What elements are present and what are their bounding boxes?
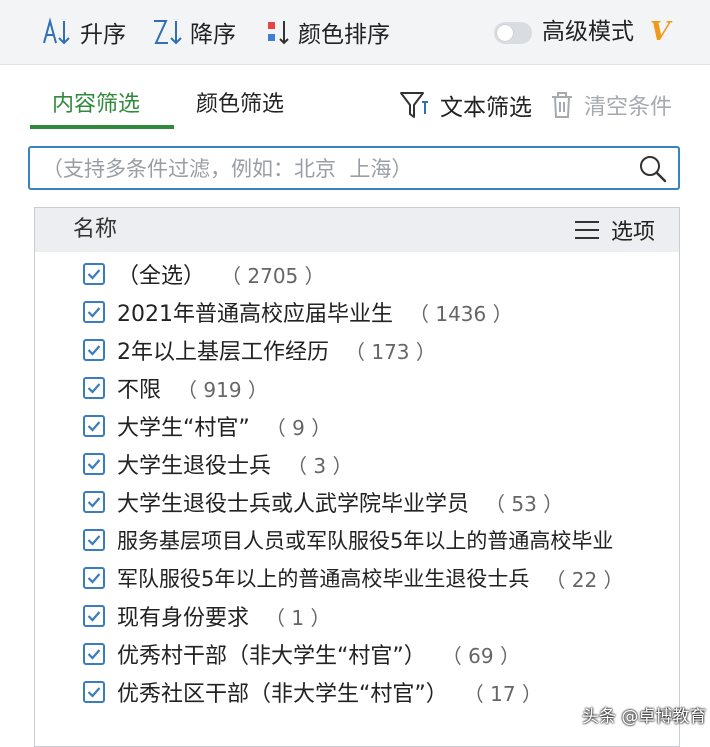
checkmark-icon — [87, 535, 101, 546]
checkbox[interactable] — [83, 415, 105, 437]
active-tab-underline — [30, 125, 174, 129]
options-label: 选项 — [611, 220, 656, 245]
text-filter-button[interactable]: 文本筛选 — [398, 86, 532, 124]
list-item[interactable]: 现有身份要求 （ 1 ） — [83, 600, 330, 632]
list-item[interactable]: 大学生“村官” （ 9 ） — [83, 410, 331, 442]
list-item[interactable]: 服务基层项目人员或军队服役5年以上的普通高校毕业 — [83, 524, 613, 556]
checkbox[interactable] — [83, 263, 105, 285]
checkmark-icon — [87, 421, 101, 432]
checkmark-icon — [87, 269, 101, 280]
vip-icon: V — [650, 17, 671, 47]
checkbox[interactable] — [83, 529, 105, 551]
sort-descending-label: 降序 — [190, 22, 236, 48]
item-label: 2年以上基层工作经历 — [117, 340, 329, 365]
item-label: 大学生“村官” — [117, 416, 250, 441]
color-sort-label: 颜色排序 — [298, 22, 390, 48]
checkmark-icon — [87, 573, 101, 584]
advanced-mode-label: 高级模式 — [542, 19, 634, 45]
item-count: （ 69 ） — [441, 643, 520, 668]
sort-ascending-label: 升序 — [80, 22, 126, 48]
checkmark-icon — [87, 497, 101, 508]
watermark: 头条 @卓博教育 — [582, 707, 707, 727]
advanced-mode-toggle[interactable] — [494, 22, 532, 44]
clear-conditions-button[interactable]: 清空条件 — [548, 86, 672, 124]
tab-color-filter[interactable]: 颜色筛选 — [196, 88, 284, 122]
list-item-select-all[interactable]: （全选） （ 2705 ） — [83, 258, 325, 290]
trash-icon — [552, 92, 572, 118]
checkbox[interactable] — [83, 453, 105, 475]
search-input[interactable] — [40, 152, 634, 186]
item-count: （ 1436 ） — [409, 301, 513, 326]
item-label: 服务基层项目人员或军队服役5年以上的普通高校毕业 — [117, 529, 614, 553]
list-item[interactable]: 大学生退役士兵 （ 3 ） — [83, 448, 352, 480]
checkmark-icon — [87, 611, 101, 622]
item-count: （ 1 ） — [265, 605, 331, 630]
item-label: 优秀社区干部（非大学生“村官”） — [117, 682, 448, 707]
item-count: （ 9 ） — [265, 415, 332, 440]
list-item[interactable]: 优秀村干部（非大学生“村官”） （ 69 ） — [83, 638, 520, 670]
sort-ascending-icon — [43, 17, 70, 45]
item-label: 大学生退役士兵或人武学院毕业学员 — [117, 492, 470, 517]
list-item[interactable]: 军队服役5年以上的普通高校毕业生退役士兵 （ 22 ） — [83, 562, 624, 594]
checkbox[interactable] — [83, 339, 105, 361]
list-item[interactable]: 2年以上基层工作经历 （ 173 ） — [83, 334, 436, 366]
item-count: （ 53 ） — [485, 491, 564, 516]
checkmark-icon — [87, 383, 101, 394]
menu-icon — [575, 221, 599, 239]
checkmark-icon — [87, 649, 101, 660]
sort-ascending-button[interactable]: 升序 — [40, 16, 126, 48]
color-sort-icon — [268, 21, 289, 45]
filter-value-list: 名称 选项 （全选） （ 2705 ） 2021年普通高校应届毕业生 （ 143… — [34, 207, 680, 747]
checkbox[interactable] — [83, 301, 105, 323]
checkbox[interactable] — [83, 605, 105, 627]
checkbox[interactable] — [83, 491, 105, 513]
checkbox[interactable] — [83, 643, 105, 665]
list-item[interactable]: 优秀社区干部（非大学生“村官”） （ 17 ） — [83, 676, 542, 708]
item-label: 不限 — [117, 378, 162, 403]
item-label: 军队服役5年以上的普通高校毕业生退役士兵 — [117, 567, 530, 591]
checkbox[interactable] — [83, 567, 105, 589]
search-icon[interactable] — [638, 154, 668, 184]
checkmark-icon — [87, 307, 101, 318]
column-name-header: 名称 — [73, 217, 118, 242]
item-count: （ 17 ） — [463, 681, 542, 706]
text-filter-label: 文本筛选 — [440, 95, 532, 121]
checkmark-icon — [87, 459, 101, 470]
checkmark-icon — [87, 345, 101, 356]
item-label: 2021年普通高校应届毕业生 — [117, 302, 393, 327]
options-menu-button[interactable]: 选项 — [573, 214, 655, 246]
item-count: （ 173 ） — [345, 339, 436, 364]
item-label: 现有身份要求 — [117, 606, 250, 631]
list-item[interactable]: 2021年普通高校应届毕业生 （ 1436 ） — [83, 296, 513, 328]
sort-descending-button[interactable]: 降序 — [150, 16, 236, 48]
list-item[interactable]: 大学生退役士兵或人武学院毕业学员 （ 53 ） — [83, 486, 563, 518]
filter-icon — [400, 92, 428, 118]
checkbox[interactable] — [83, 681, 105, 703]
checkbox[interactable] — [83, 377, 105, 399]
item-label: 大学生退役士兵 — [117, 454, 272, 479]
item-count: （ 22 ） — [545, 567, 624, 592]
clear-conditions-label: 清空条件 — [584, 95, 673, 120]
item-label: （全选） — [117, 264, 206, 289]
tab-content-filter[interactable]: 内容筛选 — [52, 88, 140, 122]
checkmark-icon — [87, 687, 101, 698]
list-header: 名称 选项 — [35, 208, 679, 252]
sort-descending-icon — [154, 20, 182, 45]
item-count: （ 2705 ） — [221, 263, 325, 288]
toggle-knob — [497, 25, 513, 41]
search-box — [28, 146, 680, 190]
item-label: 优秀村干部（非大学生“村官”） — [117, 644, 426, 669]
item-count: （ 3 ） — [287, 453, 353, 478]
list-item[interactable]: 不限 （ 919 ） — [83, 372, 268, 404]
item-count: （ 919 ） — [177, 377, 268, 402]
sort-toolbar: 升序 降序 颜色排序 高级模式 V — [0, 0, 710, 65]
color-sort-button[interactable]: 颜色排序 — [266, 16, 390, 48]
